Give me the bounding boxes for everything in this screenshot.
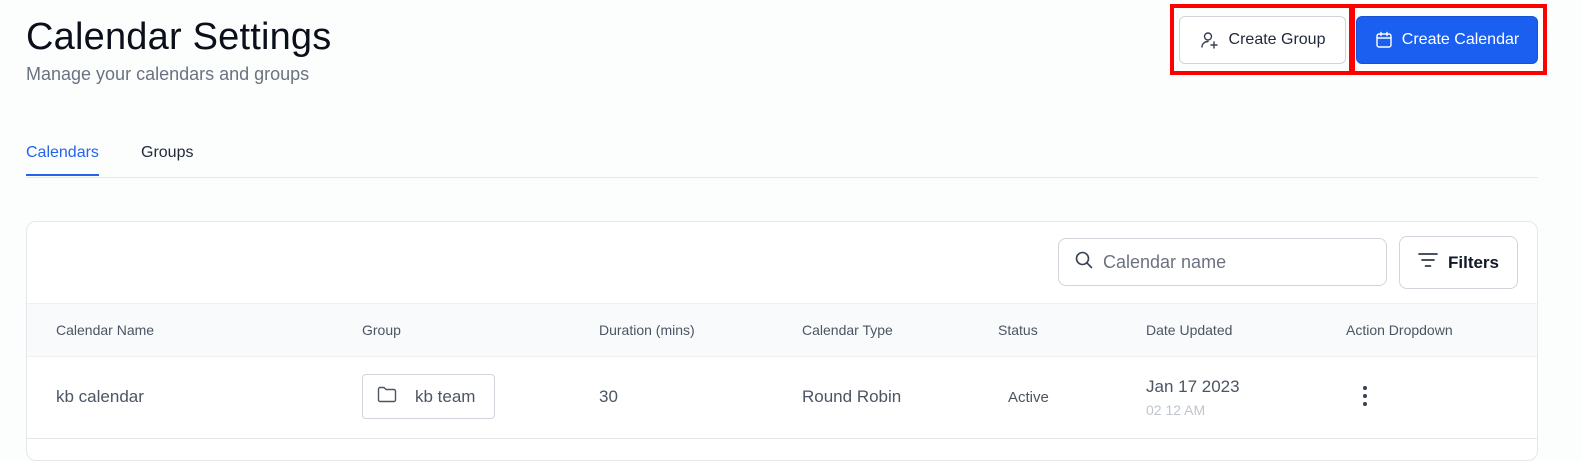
search-input[interactable] [1101, 250, 1375, 274]
date-updated-cell: Jan 17 2023 02 12 AM [1146, 377, 1240, 418]
calendars-card: Filters Calendar Name Group Duration (mi… [26, 221, 1538, 461]
create-calendar-button[interactable]: Create Calendar [1356, 16, 1538, 64]
column-header-duration[interactable]: Duration (mins) [599, 322, 695, 338]
filters-label: Filters [1447, 252, 1500, 272]
table-row[interactable]: kb calendar kb team 30 Round Robin Activ… [27, 356, 1537, 439]
create-calendar-label: Create Calendar [1401, 31, 1520, 48]
group-chip[interactable]: kb team [362, 374, 495, 419]
create-group-button[interactable]: Create Group [1179, 16, 1346, 64]
column-header-date-updated[interactable]: Date Updated [1146, 322, 1232, 338]
calendar-icon [1375, 31, 1393, 49]
date-updated-time: 02 12 AM [1146, 402, 1206, 418]
column-header-status[interactable]: Status [998, 322, 1038, 338]
date-updated-date: Jan 17 2023 [1146, 377, 1240, 396]
search-icon [1075, 251, 1093, 274]
tab-calendars[interactable]: Calendars [26, 144, 99, 176]
column-header-action-dropdown: Action Dropdown [1346, 322, 1453, 338]
create-group-label: Create Group [1228, 31, 1326, 48]
status-badge: Active [1008, 389, 1049, 406]
calendar-name-cell[interactable]: kb calendar [56, 387, 144, 407]
calendar-type-cell: Round Robin [802, 387, 902, 406]
duration-cell: 30 [599, 387, 618, 406]
page-subtitle: Manage your calendars and groups [26, 64, 310, 84]
filter-lines-icon [1418, 252, 1438, 273]
search-box[interactable] [1058, 238, 1387, 286]
kebab-menu-icon[interactable] [1355, 384, 1375, 408]
column-header-calendar-name[interactable]: Calendar Name [56, 322, 154, 338]
user-plus-icon [1200, 30, 1220, 50]
folder-icon [377, 386, 397, 408]
column-header-group[interactable]: Group [362, 322, 401, 338]
group-chip-label: kb team [415, 386, 476, 406]
page-title: Calendar Settings [26, 16, 332, 58]
filters-button[interactable]: Filters [1399, 236, 1518, 289]
tab-groups[interactable]: Groups [141, 144, 193, 174]
table-header: Calendar Name Group Duration (mins) Cale… [27, 303, 1537, 357]
tab-bar: Calendars Groups [26, 140, 1538, 178]
column-header-calendar-type[interactable]: Calendar Type [802, 322, 893, 338]
